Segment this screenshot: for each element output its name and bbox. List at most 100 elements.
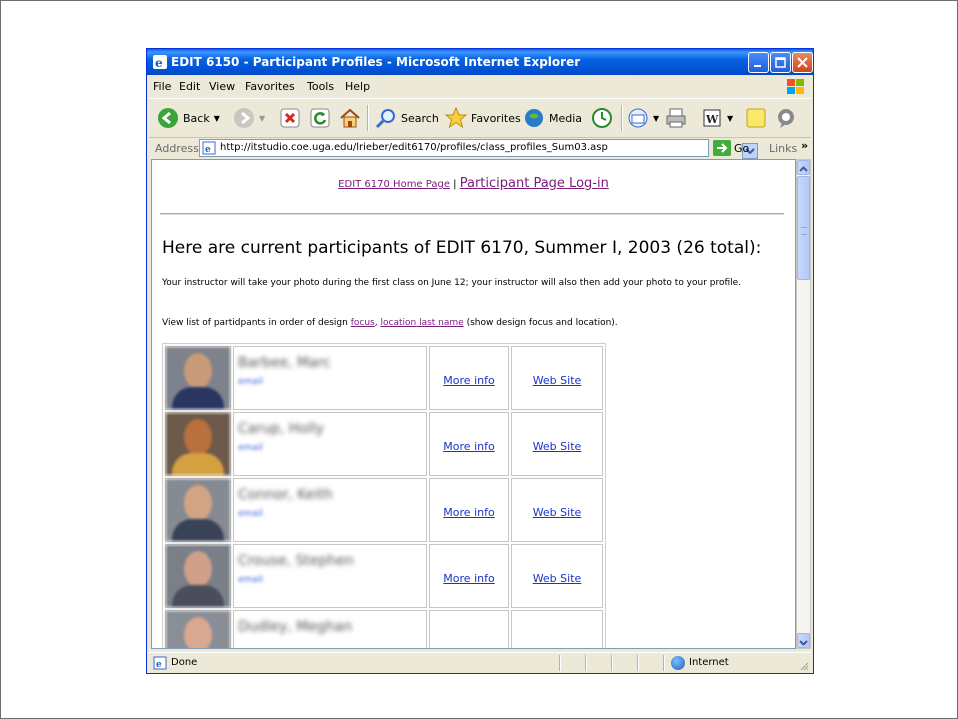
- ie-icon: e: [153, 55, 167, 70]
- email-link[interactable]: email: [238, 575, 263, 585]
- participant-name: Crouse, Stephen: [238, 553, 354, 569]
- back-dropdown-icon[interactable]: ▼: [214, 114, 220, 123]
- history-button[interactable]: [591, 107, 613, 129]
- more-info-link[interactable]: More info: [443, 572, 494, 585]
- focus-link[interactable]: focus: [351, 318, 375, 328]
- web-site-link[interactable]: Web Site: [533, 440, 582, 453]
- forward-arrow-icon: [234, 108, 254, 128]
- internet-globe-icon: [671, 656, 685, 670]
- more-info-cell: More info: [429, 412, 509, 476]
- window-title: EDIT 6150 - Participant Profiles - Micro…: [171, 55, 581, 69]
- more-info-link[interactable]: More info: [443, 506, 494, 519]
- table-row: Dudley, Meghan: [165, 610, 603, 648]
- search-button[interactable]: Search: [375, 107, 439, 129]
- participant-photo: [166, 611, 230, 648]
- page-content: EDIT 6170 Home Page | Participant Page L…: [151, 159, 796, 649]
- resize-grip-icon[interactable]: [799, 661, 809, 671]
- minimize-icon: [754, 65, 761, 67]
- status-separator: [663, 655, 665, 671]
- scroll-down-button[interactable]: [797, 633, 810, 648]
- menu-tools[interactable]: Tools: [307, 80, 334, 93]
- name-cell: Carup, Holly email: [233, 412, 427, 476]
- table-row: Crouse, Stephen email More info Web Site: [165, 544, 603, 608]
- close-button[interactable]: [792, 52, 813, 73]
- home-button[interactable]: [339, 107, 361, 129]
- photo-cell: [165, 478, 231, 542]
- scroll-thumb[interactable]: [797, 176, 810, 280]
- login-link[interactable]: Participant Page Log-in: [460, 176, 609, 191]
- svg-text:e: e: [155, 56, 163, 70]
- photo-cell: [165, 412, 231, 476]
- history-icon: [592, 108, 612, 128]
- print-button[interactable]: [665, 107, 687, 129]
- mail-dropdown-icon[interactable]: ▼: [653, 114, 659, 123]
- vertical-scrollbar[interactable]: [796, 159, 811, 649]
- menu-file[interactable]: File: [153, 80, 171, 93]
- stop-button[interactable]: [279, 107, 301, 129]
- email-link[interactable]: email: [238, 443, 263, 453]
- address-input[interactable]: e http://itstudio.coe.uga.edu/lrieber/ed…: [199, 139, 758, 159]
- web-site-link[interactable]: Web Site: [533, 572, 582, 585]
- security-zone: Internet: [689, 657, 729, 668]
- edit-dropdown-icon[interactable]: ▼: [727, 114, 733, 123]
- location-link[interactable]: location: [380, 318, 416, 328]
- participant-photo: [166, 347, 230, 409]
- more-info-link[interactable]: More info: [443, 374, 494, 387]
- email-link[interactable]: email: [238, 377, 263, 387]
- web-site-cell: [511, 610, 603, 648]
- standard-toolbar: Back ▼ ▼ Search Favorites Media ▼ W ▼: [149, 98, 811, 138]
- menu-view[interactable]: View: [209, 80, 235, 93]
- address-url: http://itstudio.coe.uga.edu/lrieber/edit…: [220, 142, 608, 153]
- status-separator: [585, 655, 587, 671]
- view-list-prefix: View list of partidpants in order of des…: [162, 318, 348, 328]
- search-label: Search: [401, 111, 439, 125]
- more-info-link[interactable]: More info: [443, 440, 494, 453]
- messenger-button[interactable]: [775, 107, 797, 129]
- mail-button[interactable]: ▼: [627, 107, 659, 129]
- forward-button[interactable]: ▼: [233, 107, 265, 129]
- more-info-cell: More info: [429, 478, 509, 542]
- links-label[interactable]: Links: [769, 142, 797, 155]
- name-cell: Connor, Keith email: [233, 478, 427, 542]
- instructions-text: Your instructor will take your photo dur…: [162, 278, 742, 288]
- edit-word-button[interactable]: W ▼: [701, 107, 733, 129]
- web-site-link[interactable]: Web Site: [533, 374, 582, 387]
- chevron-down-icon: [799, 640, 808, 646]
- windows-logo-icon: [787, 79, 804, 94]
- refresh-icon: [310, 108, 330, 128]
- maximize-button[interactable]: [770, 52, 791, 73]
- email-link[interactable]: email: [238, 509, 263, 519]
- back-button[interactable]: Back ▼: [157, 107, 220, 129]
- page-done-icon: e: [153, 656, 167, 670]
- menu-favorites[interactable]: Favorites: [245, 80, 295, 93]
- media-button[interactable]: Media: [523, 107, 582, 129]
- lastname-link[interactable]: last name: [416, 318, 464, 328]
- status-text: Done: [171, 657, 198, 668]
- stop-icon: [280, 108, 300, 128]
- word-icon: W: [703, 109, 721, 127]
- web-site-cell: Web Site: [511, 544, 603, 608]
- name-cell: Crouse, Stephen email: [233, 544, 427, 608]
- home-page-link[interactable]: EDIT 6170 Home Page: [338, 179, 450, 190]
- favorites-button[interactable]: Favorites: [445, 107, 521, 129]
- scroll-up-button[interactable]: [797, 160, 810, 175]
- discuss-button[interactable]: [745, 107, 767, 129]
- links-chevron-icon[interactable]: »: [801, 139, 808, 152]
- more-info-cell: More info: [429, 544, 509, 608]
- go-button[interactable]: Go: [713, 140, 749, 156]
- web-site-cell: Web Site: [511, 478, 603, 542]
- note-icon: [746, 108, 766, 128]
- back-arrow-icon: [158, 108, 178, 128]
- chevron-up-icon: [799, 166, 808, 172]
- refresh-button[interactable]: [309, 107, 331, 129]
- photo-cell: [165, 610, 231, 648]
- minimize-button[interactable]: [748, 52, 769, 73]
- name-cell: Barbee, Marc email: [233, 346, 427, 410]
- menu-edit[interactable]: Edit: [179, 80, 200, 93]
- web-site-link[interactable]: Web Site: [533, 506, 582, 519]
- back-label: Back: [183, 111, 210, 125]
- menu-help[interactable]: Help: [345, 80, 370, 93]
- photo-cell: [165, 346, 231, 410]
- forward-dropdown-icon[interactable]: ▼: [259, 114, 265, 123]
- title-bar[interactable]: e EDIT 6150 - Participant Profiles - Mic…: [147, 49, 813, 75]
